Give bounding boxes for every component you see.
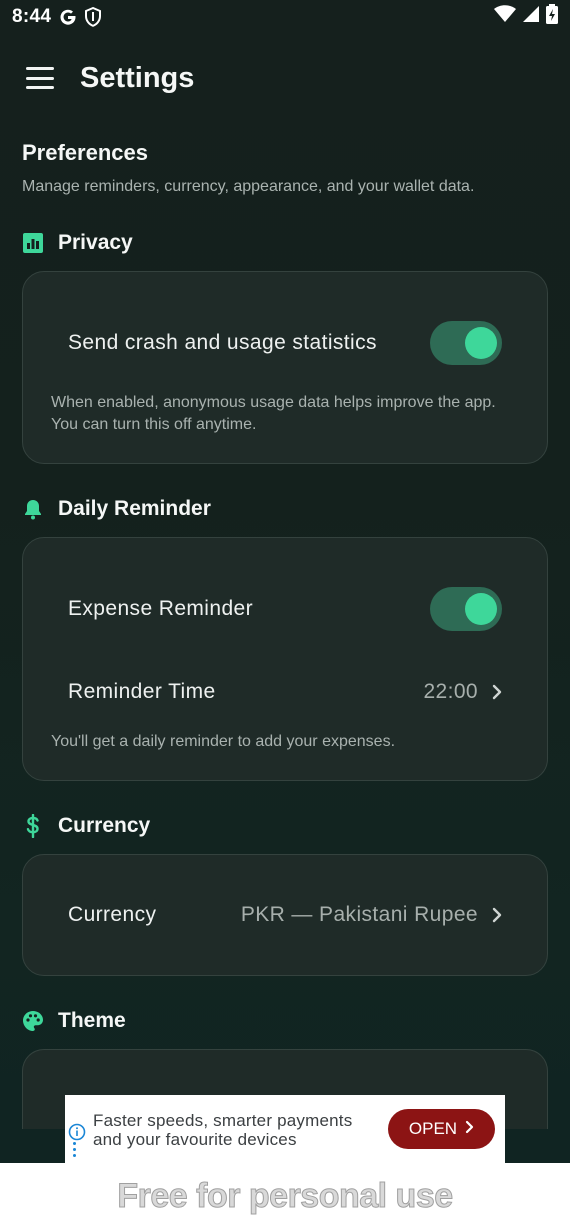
reminder-time-row[interactable]: Reminder Time 22:00 — [68, 670, 502, 714]
status-right-icons — [494, 4, 558, 30]
reminder-title: Daily Reminder — [58, 497, 211, 520]
reminder-section-header: Daily Reminder — [22, 494, 211, 524]
info-icon[interactable] — [68, 1123, 86, 1146]
preferences-title: Preferences — [22, 140, 148, 165]
battery-charging-icon — [546, 4, 558, 30]
menu-icon[interactable] — [26, 67, 54, 89]
ad-open-button[interactable]: OPEN — [388, 1109, 495, 1149]
expense-reminder-toggle[interactable] — [430, 587, 502, 631]
currency-title: Currency — [58, 814, 151, 837]
watermark-text: Free for personal use — [117, 1177, 454, 1216]
app-bar: Settings — [0, 50, 570, 106]
usage-stats-help-line2: You can turn this off anytime. — [51, 416, 257, 433]
ad-options-icon[interactable] — [73, 1142, 76, 1157]
vpn-shield-icon — [84, 7, 102, 27]
usage-stats-help-line1: When enabled, anonymous usage data helps… — [51, 394, 496, 411]
reminder-help: You'll get a daily reminder to add your … — [51, 733, 396, 750]
privacy-title: Privacy — [58, 231, 133, 254]
usage-stats-help: When enabled, anonymous usage data helps… — [51, 392, 525, 436]
usage-stats-toggle[interactable] — [430, 321, 502, 365]
chevron-right-icon — [492, 684, 502, 700]
privacy-section-header: Privacy — [22, 228, 133, 258]
usage-stats-row[interactable]: Send crash and usage statistics — [68, 320, 502, 366]
privacy-card: Send crash and usage statistics When ena… — [22, 271, 548, 464]
currency-row[interactable]: Currency PKR — Pakistani Rupee — [68, 893, 502, 937]
status-bar: 8:44 — [0, 0, 570, 34]
currency-value-wrap: PKR — Pakistani Rupee — [241, 903, 502, 927]
preferences-subtitle: Manage reminders, currency, appearance, … — [22, 178, 475, 195]
reminder-time-label: Reminder Time — [68, 680, 216, 703]
chevron-right-icon — [465, 1119, 474, 1139]
reminder-card: Expense Reminder Reminder Time 22:00 You… — [22, 537, 548, 781]
bar-chart-icon — [22, 232, 44, 254]
ad-line1: Faster speeds, smarter payments — [93, 1111, 353, 1130]
google-g-icon — [59, 8, 77, 26]
ad-line2: and your favourite devices — [93, 1130, 297, 1149]
settings-content: Preferences Manage reminders, currency, … — [22, 140, 548, 1129]
expense-reminder-label: Expense Reminder — [68, 597, 253, 620]
page-title: Settings — [80, 61, 195, 94]
status-time: 8:44 — [12, 6, 52, 27]
cell-signal-icon — [522, 5, 540, 29]
watermark-band: Free for personal use — [0, 1163, 570, 1230]
settings-screen: 8:44 Settings Preferences Manage reminde — [0, 0, 570, 1230]
wifi-icon — [494, 5, 516, 29]
currency-label: Currency — [68, 903, 157, 926]
ad-text: Faster speeds, smarter payments and your… — [93, 1111, 352, 1149]
bell-icon — [22, 498, 44, 520]
ad-banner[interactable]: Faster speeds, smarter payments and your… — [65, 1095, 505, 1163]
currency-section-header: Currency — [22, 811, 150, 841]
currency-value: PKR — Pakistani Rupee — [240, 903, 478, 926]
ad-open-label: OPEN — [408, 1119, 458, 1138]
dollar-icon — [22, 814, 44, 838]
reminder-time-value-wrap: 22:00 — [423, 680, 502, 704]
palette-icon — [22, 1010, 44, 1032]
chevron-right-icon — [492, 907, 502, 923]
theme-section-header: Theme — [22, 1006, 126, 1036]
usage-stats-label: Send crash and usage statistics — [68, 331, 377, 354]
theme-title: Theme — [58, 1009, 126, 1032]
reminder-time-value: 22:00 — [423, 680, 478, 703]
expense-reminder-row[interactable]: Expense Reminder — [68, 586, 502, 632]
currency-card: Currency PKR — Pakistani Rupee — [22, 854, 548, 976]
